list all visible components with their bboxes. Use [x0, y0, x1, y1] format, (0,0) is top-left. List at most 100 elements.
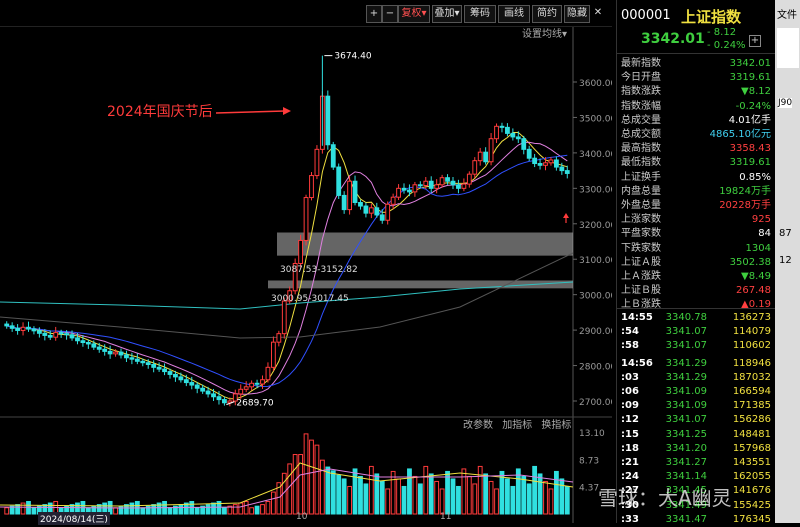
candle	[543, 162, 548, 166]
switch-indicator-link[interactable]: 换指标	[541, 420, 571, 431]
quote-value: 3319.61	[729, 157, 771, 169]
trade-volume: 166594	[732, 386, 771, 397]
quote-value: 3342.01	[729, 58, 771, 69]
candle	[96, 346, 102, 350]
volume-bar	[526, 483, 532, 515]
kline-chart[interactable]: 3600.00 3500.00 3400.00 3300.00 3200.00 3100.…	[0, 25, 616, 525]
quote-label: 最高指数	[621, 143, 661, 155]
volume-bar	[211, 502, 216, 515]
zoom-in-button[interactable]: +	[366, 5, 382, 23]
annotation-text: 2024年国庆节后	[107, 104, 213, 120]
close-icon[interactable]: ✕	[592, 5, 604, 21]
volume-bar	[412, 475, 418, 515]
trade-row: :06 3341.09 166594	[621, 385, 771, 399]
quote-row: 总成交额 4865.10亿元	[621, 128, 771, 142]
volume-bar	[260, 504, 265, 515]
quote-value: 267.48	[736, 285, 771, 297]
quote-value: ▼8.12	[741, 86, 771, 98]
trade-volume: 162055	[732, 471, 771, 483]
side-number-1: 87	[779, 228, 792, 239]
quote-row: 今日开盘 3319.61	[621, 71, 771, 85]
candle	[390, 196, 396, 205]
candle	[113, 351, 118, 355]
volume-bar	[521, 475, 527, 515]
candle	[124, 354, 129, 359]
candle	[9, 325, 15, 329]
candle	[58, 332, 64, 335]
quote-value: 4.01亿手	[728, 114, 771, 126]
add-indicator-link[interactable]: 加指标	[502, 420, 532, 431]
volume-bar	[31, 507, 37, 515]
candle	[385, 203, 391, 221]
candle	[494, 125, 499, 140]
trade-volume: 176345	[732, 513, 771, 525]
quote-row: 外盘总量 20228万手	[621, 199, 771, 213]
candle	[107, 350, 113, 355]
fuquan-button[interactable]: 复权▾	[398, 5, 430, 23]
draw-line-button[interactable]: 画线	[498, 5, 530, 23]
volume-bar	[548, 488, 554, 515]
y-tick-label: 3100.00	[579, 256, 612, 266]
volume-bar	[205, 504, 211, 515]
date-label: 2024/08/14(三)	[38, 512, 110, 525]
quote-row: 平盘家数 84	[621, 227, 771, 241]
volume-bar	[358, 475, 363, 515]
chip-button[interactable]: 筹码	[464, 5, 496, 23]
quote-row: 指数涨幅 -0.24%	[621, 100, 771, 114]
volume-bar	[407, 468, 412, 515]
trade-time: :33	[621, 513, 639, 525]
candle	[118, 351, 124, 356]
candle	[330, 144, 336, 168]
file-menu[interactable]: 文件	[777, 6, 797, 21]
chart-toolbar: + − 复权▾ 叠加▾ 筹码 画线 简约 隐藏 ✕	[0, 0, 612, 27]
quote-row: 最低指数 3319.61	[621, 156, 771, 170]
add-watchlist-icon[interactable]: +	[749, 35, 761, 47]
quote-row: 指数涨跌 ▼8.12	[621, 85, 771, 99]
trade-price: 3341.47	[665, 513, 707, 525]
trade-time: :21	[621, 457, 639, 468]
annotation-arrow	[215, 110, 286, 114]
volume-bar	[439, 488, 445, 515]
candle	[548, 159, 554, 164]
candle	[102, 348, 108, 352]
candle	[183, 379, 189, 384]
code-hint: J90	[778, 98, 793, 108]
volume-bar	[488, 480, 494, 515]
volume-bar	[543, 480, 548, 515]
candle	[15, 327, 21, 331]
hide-button[interactable]: 隐藏	[564, 5, 590, 23]
trade-time: :12	[621, 414, 639, 426]
quote-value: 0.85%	[739, 171, 771, 183]
volume-bar	[352, 468, 358, 515]
candle	[347, 180, 352, 211]
ma-settings-label: 设置均线	[522, 29, 562, 40]
candle	[276, 333, 282, 343]
y-tick-label: 3500.00	[579, 114, 612, 124]
volume-bar	[341, 478, 347, 515]
quote-label: 上证Ｂ股	[621, 285, 661, 297]
volume-bar	[336, 474, 342, 515]
candle	[564, 170, 570, 174]
quote-row: 内盘总量 19824万手	[621, 185, 771, 199]
ma-settings-link[interactable]: 设置均线▾	[522, 25, 567, 40]
change-params-link[interactable]: 改参数	[463, 420, 493, 431]
quote-value: 1304	[745, 242, 771, 254]
trade-volume: 171385	[732, 400, 771, 412]
candle	[439, 177, 445, 186]
trade-time: :03	[621, 371, 639, 383]
volume-bar	[385, 488, 391, 515]
overlay-button[interactable]: 叠加▾	[432, 5, 462, 23]
candle	[42, 332, 48, 336]
last-price: 3342.01	[641, 31, 705, 47]
candle	[200, 387, 206, 392]
watermark: 雪球：大A幽灵	[598, 486, 732, 510]
quote-row: 总成交量 4.01亿手	[621, 114, 771, 128]
quote-value: -0.24%	[735, 100, 771, 112]
quote-row: 最高指数 3358.43	[621, 142, 771, 156]
quote-label: 上涨家数	[621, 214, 661, 226]
volume-bar	[466, 475, 472, 515]
zoom-out-button[interactable]: −	[382, 5, 398, 23]
simple-mode-button[interactable]: 简约	[532, 5, 562, 23]
trade-price: 3341.25	[665, 428, 707, 440]
quote-label: 最低指数	[621, 157, 661, 169]
